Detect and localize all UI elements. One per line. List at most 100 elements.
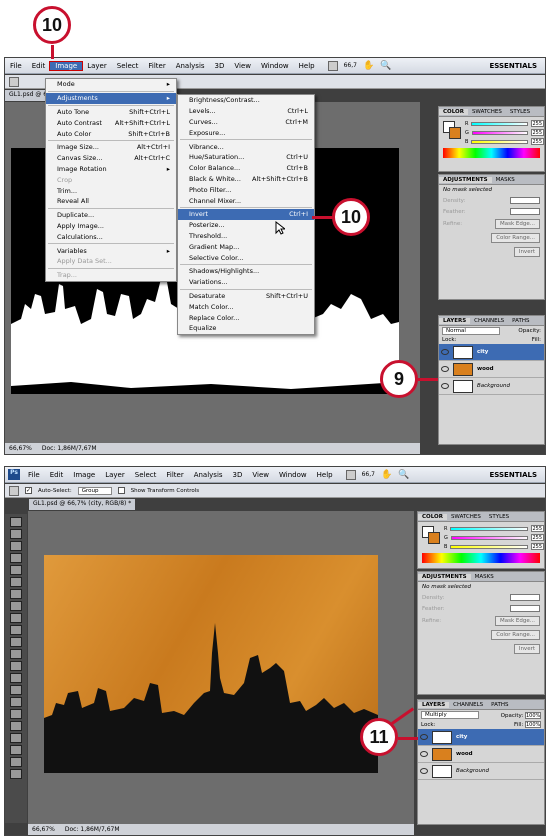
status-zoom[interactable]: 66,67% [9, 445, 32, 452]
color-range-button[interactable]: Color Range... [491, 630, 540, 640]
menu-layer[interactable]: Layer [82, 62, 112, 70]
tab-layers[interactable]: LAYERS [439, 317, 471, 324]
menu-analysis[interactable]: Analysis [189, 471, 228, 479]
quick-select-tool-icon[interactable] [10, 553, 22, 563]
slider-track[interactable] [450, 526, 528, 531]
tab-paths[interactable]: PATHS [508, 318, 533, 324]
mask-field-input[interactable] [510, 208, 540, 215]
menu-view[interactable]: View [247, 471, 274, 479]
menu-file[interactable]: File [5, 62, 27, 70]
adj-item-exposure[interactable]: Exposure... [178, 127, 314, 138]
path-select-tool-icon[interactable] [10, 709, 22, 719]
opacity-input[interactable]: 100% [525, 711, 541, 719]
mask-edge-button[interactable]: Mask Edge... [494, 219, 540, 229]
tab-paths[interactable]: PATHS [487, 702, 512, 708]
lasso-tool-icon[interactable] [10, 541, 22, 551]
menu-window[interactable]: Window [256, 62, 294, 70]
menu-item-calculations[interactable]: Calculations... [46, 231, 176, 242]
blur-tool-icon[interactable] [10, 661, 22, 671]
tab-layers[interactable]: LAYERS [418, 701, 450, 708]
slider-track[interactable] [471, 139, 529, 144]
color-spectrum[interactable] [422, 553, 540, 563]
menu-item-canvas-size[interactable]: Canvas Size... Alt+Ctrl+C [46, 153, 176, 164]
tab-masks[interactable]: MASKS [471, 574, 498, 580]
hand-tool-icon[interactable] [10, 757, 22, 767]
adj-item-photo-filter[interactable]: Photo Filter... [178, 184, 314, 195]
tab-swatches[interactable]: SWATCHES [447, 514, 485, 520]
marquee-tool-icon[interactable] [10, 529, 22, 539]
zoom-tool-icon[interactable] [10, 769, 22, 779]
eye-icon[interactable] [420, 768, 428, 774]
zoom-level-icon[interactable] [345, 469, 356, 480]
tab-color[interactable]: COLOR [439, 108, 468, 115]
type-tool-icon[interactable] [10, 697, 22, 707]
slider-value[interactable]: 255 [531, 120, 544, 127]
eye-icon[interactable] [420, 734, 428, 740]
menu-filter[interactable]: Filter [143, 62, 170, 70]
menu-item-reveal-all[interactable]: Reveal All [46, 196, 176, 207]
workspace-switcher[interactable]: ESSENTIALS [482, 471, 546, 479]
layer-row-background[interactable]: Background [418, 763, 544, 780]
eye-icon[interactable] [441, 383, 449, 389]
adj-item-match-color[interactable]: Match Color... [178, 301, 314, 312]
menu-item-variables[interactable]: Variables ▸ [46, 245, 176, 256]
adj-item-black-white[interactable]: Black & White... Alt+Shift+Ctrl+B [178, 174, 314, 185]
status-zoom[interactable]: 66,67% [32, 826, 55, 833]
zoom-level-icon[interactable] [327, 60, 338, 71]
invert-button[interactable]: Invert [513, 247, 540, 257]
menu-item-image-rotation[interactable]: Image Rotation ▸ [46, 164, 176, 175]
hand-icon[interactable]: ✋ [363, 61, 374, 71]
mask-field-input[interactable] [510, 605, 540, 612]
fill-input[interactable]: 100% [525, 721, 541, 728]
menu-select[interactable]: Select [130, 471, 162, 479]
document-tab[interactable]: GL1.psd @ 66,7% (city, RGB/8) * [29, 499, 136, 510]
menu-3d[interactable]: 3D [228, 471, 248, 479]
workspace-switcher[interactable]: ESSENTIALS [482, 62, 546, 70]
slider-value[interactable]: 255 [531, 129, 544, 136]
move-tool-icon[interactable] [9, 485, 19, 496]
adj-item-equalize[interactable]: Equalize [178, 323, 314, 334]
adj-item-gradient-map[interactable]: Gradient Map... [178, 241, 314, 252]
zoom-icon[interactable]: 🔍 [380, 61, 391, 71]
healing-tool-icon[interactable] [10, 589, 22, 599]
brush-tool-icon[interactable] [10, 601, 22, 611]
adj-item-brightness-contrast[interactable]: Brightness/Contrast... [178, 95, 314, 106]
layer-row-city[interactable]: city [439, 344, 544, 361]
zoom-level[interactable]: 66,7 [362, 471, 375, 478]
menu-file[interactable]: File [23, 471, 45, 479]
tab-masks[interactable]: MASKS [492, 177, 519, 183]
menu-edit[interactable]: Edit [45, 471, 69, 479]
mask-edge-button[interactable]: Mask Edge... [494, 616, 540, 626]
adj-item-levels[interactable]: Levels... Ctrl+L [178, 106, 314, 117]
menu-item-image-size[interactable]: Image Size... Alt+Ctrl+I [46, 142, 176, 153]
background-swatch[interactable] [449, 127, 461, 139]
menu-item-auto-color[interactable]: Auto Color Shift+Ctrl+B [46, 128, 176, 139]
slider-value[interactable]: 255 [531, 138, 544, 145]
show-transform-checkbox[interactable] [117, 487, 125, 494]
slider-value[interactable]: 255 [530, 543, 544, 550]
adj-item-selective-color[interactable]: Selective Color... [178, 252, 314, 263]
eyedropper-tool-icon[interactable] [10, 577, 22, 587]
move-tool-icon[interactable] [9, 76, 19, 87]
adj-item-shadows-highlights[interactable]: Shadows/Highlights... [178, 266, 314, 277]
adj-item-desaturate[interactable]: Desaturate Shift+Ctrl+U [178, 291, 314, 302]
gradient-tool-icon[interactable] [10, 649, 22, 659]
adj-item-variations[interactable]: Variations... [178, 277, 314, 288]
menu-3d[interactable]: 3D [210, 62, 230, 70]
auto-select-checkbox[interactable]: ✓ [25, 487, 32, 494]
invert-button[interactable]: Invert [513, 644, 540, 654]
move-tool-icon[interactable] [10, 517, 22, 527]
eye-icon[interactable] [441, 349, 449, 355]
menu-item-auto-contrast[interactable]: Auto Contrast Alt+Shift+Ctrl+L [46, 117, 176, 128]
adj-item-channel-mixer[interactable]: Channel Mixer... [178, 195, 314, 206]
eye-icon[interactable] [420, 751, 428, 757]
menu-window[interactable]: Window [274, 471, 312, 479]
blend-mode-select[interactable]: Normal [442, 327, 500, 335]
adj-item-hue-saturation[interactable]: Hue/Saturation... Ctrl+U [178, 152, 314, 163]
dodge-tool-icon[interactable] [10, 673, 22, 683]
menu-item-apply-image[interactable]: Apply Image... [46, 221, 176, 232]
eraser-tool-icon[interactable] [10, 637, 22, 647]
menu-view[interactable]: View [229, 62, 256, 70]
menu-item-duplicate[interactable]: Duplicate... [46, 210, 176, 221]
menu-image[interactable]: Image [49, 60, 84, 71]
